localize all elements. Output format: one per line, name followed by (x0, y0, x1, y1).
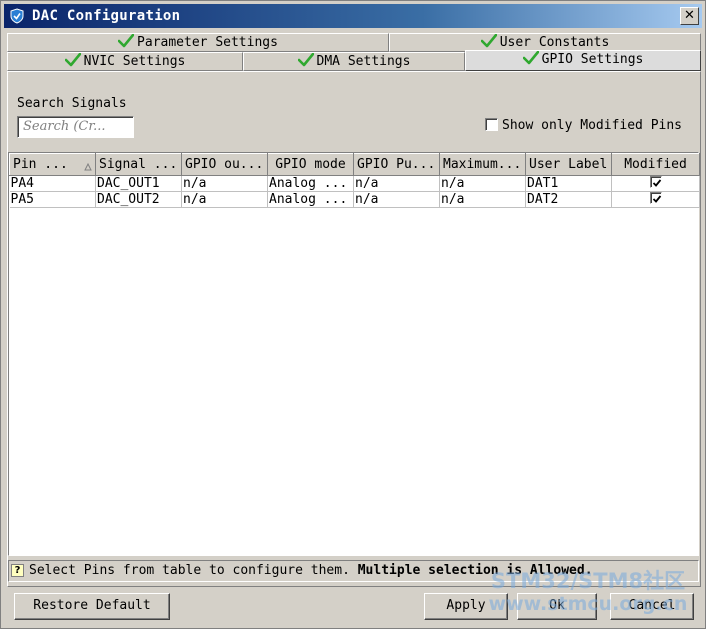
cell-gpio-pull: n/a (353, 175, 440, 192)
cell-maximum: n/a (439, 191, 526, 208)
tab-label: DMA Settings (316, 54, 411, 69)
close-button[interactable]: ✕ (680, 7, 699, 25)
status-bold-text: Multiple selection is Allowed. (357, 563, 593, 578)
col-header-gpio-pull[interactable]: GPIO Pu... (353, 153, 440, 176)
tab-dma-settings[interactable]: DMA Settings (243, 52, 465, 71)
tab-gpio-settings[interactable]: GPIO Settings (465, 50, 701, 71)
green-check-icon (64, 52, 81, 72)
search-signals-input[interactable]: Search (Cr... (17, 116, 134, 138)
cell-user-label: DAT1 (525, 175, 612, 192)
title-bar[interactable]: DAC Configuration ✕ (4, 4, 702, 28)
cell-gpio-output: n/a (181, 175, 268, 192)
apply-button[interactable]: Apply (424, 593, 508, 620)
cancel-button[interactable]: Cancel (610, 593, 694, 620)
tab-label: User Constants (499, 35, 610, 50)
table-header: Pin ... Signal ... GPIO ou... GPIO mode … (9, 153, 700, 176)
status-bar: ? Select Pins from table to configure th… (8, 560, 699, 582)
col-header-signal[interactable]: Signal ... (95, 153, 182, 176)
col-header-gpio-mode[interactable]: GPIO mode (267, 153, 354, 176)
cell-gpio-pull: n/a (353, 191, 440, 208)
col-header-maximum[interactable]: Maximum... (439, 153, 526, 176)
col-header-gpio-output[interactable]: GPIO ou... (181, 153, 268, 176)
modified-checkbox (649, 192, 662, 204)
restore-default-button[interactable]: Restore Default (14, 593, 170, 620)
cell-signal: DAC_OUT1 (95, 175, 182, 192)
shield-icon (9, 8, 25, 24)
show-modified-pins-toggle[interactable]: Show only Modified Pins (485, 118, 682, 133)
green-check-icon (117, 33, 135, 53)
tab-label: Parameter Settings (137, 35, 278, 50)
col-header-modified[interactable]: Modified (611, 153, 700, 176)
show-modified-label: Show only Modified Pins (502, 118, 683, 133)
cell-gpio-mode: Analog ... (267, 175, 354, 192)
green-check-icon (522, 50, 539, 70)
tab-label: GPIO Settings (541, 52, 644, 67)
pins-table: Pin ... Signal ... GPIO ou... GPIO mode … (8, 152, 700, 556)
cell-gpio-mode: Analog ... (267, 191, 354, 208)
status-text: Select Pins from table to configure them… (29, 563, 350, 578)
table-row[interactable]: PA5 DAC_OUT2 n/a Analog ... n/a n/a DAT2 (9, 191, 700, 208)
sort-ascending-icon (84, 160, 92, 175)
cell-modified (611, 191, 700, 208)
window-title: DAC Configuration (32, 8, 181, 24)
question-icon: ? (11, 564, 24, 577)
cell-signal: DAC_OUT2 (95, 191, 182, 208)
col-header-user-label[interactable]: User Label (525, 153, 612, 176)
modified-checkbox (649, 176, 662, 188)
green-check-icon (297, 52, 314, 72)
ok-button[interactable]: Ok (517, 593, 597, 620)
cell-user-label: DAT2 (525, 191, 612, 208)
cell-modified (611, 175, 700, 192)
cell-pin: PA4 (9, 175, 96, 192)
tab-nvic-settings[interactable]: NVIC Settings (7, 52, 243, 71)
tab-parameter-settings[interactable]: Parameter Settings (7, 33, 389, 52)
cell-maximum: n/a (439, 175, 526, 192)
close-icon: ✕ (684, 8, 695, 23)
table-row[interactable]: PA4 DAC_OUT1 n/a Analog ... n/a n/a DAT1 (9, 175, 700, 192)
col-header-pin[interactable]: Pin ... (9, 153, 96, 176)
dac-configuration-dialog: DAC Configuration ✕ Parameter Settings U… (0, 0, 706, 629)
search-signals-label: Search Signals (17, 96, 127, 111)
cell-gpio-output: n/a (181, 191, 268, 208)
tab-label: NVIC Settings (83, 54, 186, 69)
show-modified-checkbox[interactable] (485, 118, 498, 131)
cell-pin: PA5 (9, 191, 96, 208)
